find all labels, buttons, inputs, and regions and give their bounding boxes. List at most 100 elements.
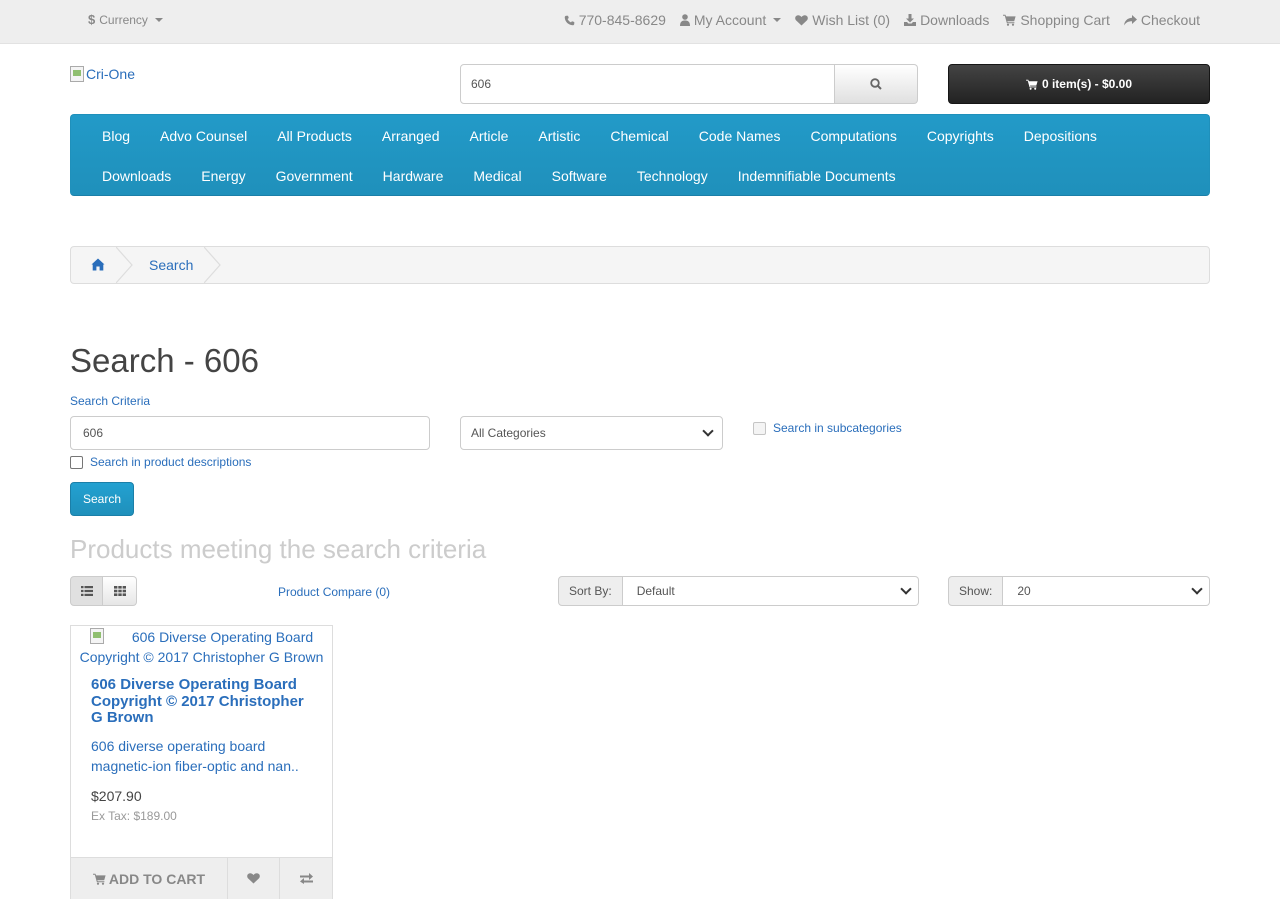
menu-item-hardware[interactable]: Hardware xyxy=(368,167,459,185)
sort-control: Sort By: Default xyxy=(558,576,919,606)
add-to-wishlist-button[interactable] xyxy=(228,858,280,899)
product-card: 606 Diverse Operating Board Copyright © … xyxy=(70,625,333,899)
list-view-button[interactable] xyxy=(70,576,103,606)
sort-select[interactable]: Default xyxy=(622,576,919,606)
phone-number: 770-845-8629 xyxy=(578,12,666,28)
product-image[interactable]: 606 Diverse Operating Board Copyright © … xyxy=(71,626,332,668)
menu-item-technology[interactable]: Technology xyxy=(622,167,723,185)
search-criteria-label: Search Criteria xyxy=(70,394,151,408)
descriptions-label: Search in product descriptions xyxy=(90,455,252,469)
downloads-label: Downloads xyxy=(920,12,990,28)
menu-item-blog[interactable]: Blog xyxy=(87,127,145,145)
results-heading: Products meeting the search criteria xyxy=(70,534,487,564)
menu-item-energy[interactable]: Energy xyxy=(186,167,260,185)
broken-image-icon xyxy=(89,628,104,644)
search-button[interactable]: Search xyxy=(70,482,134,516)
wish-list-label: Wish List (0) xyxy=(812,12,891,28)
caret-down-icon xyxy=(773,18,782,22)
breadcrumb-home[interactable] xyxy=(91,258,105,271)
breadcrumb-search[interactable]: Search xyxy=(149,257,193,273)
add-to-cart-button[interactable]: ADD TO CART xyxy=(70,858,228,899)
shopping-cart-link[interactable]: Shopping Cart xyxy=(1003,12,1110,28)
menu-item-indemnifiable-documents[interactable]: Indemnifiable Documents xyxy=(723,167,911,185)
menu-item-downloads[interactable]: Downloads xyxy=(87,167,186,185)
chevron-down-icon xyxy=(900,583,912,595)
add-to-cart-label: ADD TO CART xyxy=(108,870,206,887)
breadcrumb-separator xyxy=(116,247,133,283)
subcategories-checkbox[interactable] xyxy=(753,421,766,435)
menu-row-2: Downloads Energy Government Hardware Med… xyxy=(87,167,911,185)
category-select-value: All Categories xyxy=(471,426,546,440)
compare-icon xyxy=(299,873,313,884)
header-search xyxy=(460,64,918,104)
search-icon xyxy=(870,78,882,90)
heart-icon xyxy=(795,14,809,25)
chevron-down-icon xyxy=(702,425,714,437)
caret-down-icon xyxy=(154,17,163,22)
menu-item-computations[interactable]: Computations xyxy=(795,127,911,145)
cart-icon xyxy=(1026,79,1038,90)
phone-link[interactable]: 770-845-8629 xyxy=(564,12,666,28)
search-descriptions-option: Search in product descriptions xyxy=(70,455,251,469)
product-image-alt: 606 Diverse Operating Board Copyright © … xyxy=(79,629,324,665)
search-criteria-input[interactable] xyxy=(70,416,430,450)
checkout-label: Checkout xyxy=(1140,12,1200,28)
menu-item-chemical[interactable]: Chemical xyxy=(595,127,683,145)
show-select-value: 20 xyxy=(1017,584,1031,598)
view-toggle xyxy=(70,576,137,606)
menu-item-article[interactable]: Article xyxy=(455,127,524,145)
page-title: Search - 606 xyxy=(70,342,259,379)
product-price: $207.90 xyxy=(91,788,142,804)
menu-item-software[interactable]: Software xyxy=(537,167,622,185)
grid-view-button[interactable] xyxy=(103,576,137,606)
user-icon xyxy=(679,14,690,26)
logo-alt-text: Cri-One xyxy=(86,66,136,82)
product-compare-link[interactable]: Product Compare (0) xyxy=(278,585,390,599)
cart-icon xyxy=(1003,14,1016,26)
compare-button[interactable] xyxy=(280,858,333,899)
cart-icon xyxy=(92,873,106,885)
downloads-link[interactable]: Downloads xyxy=(904,12,989,28)
currency-symbol: $ xyxy=(88,12,96,27)
share-icon xyxy=(1123,14,1137,25)
sort-select-value: Default xyxy=(636,584,675,598)
product-description: 606 diverse operating board magnetic-ion… xyxy=(91,738,299,774)
my-account-dropdown[interactable]: My Account xyxy=(679,12,782,28)
menu-item-medical[interactable]: Medical xyxy=(458,167,536,185)
header-search-button[interactable] xyxy=(835,64,918,104)
menu-item-code-names[interactable]: Code Names xyxy=(684,127,796,145)
category-select[interactable]: All Categories xyxy=(460,416,723,450)
breadcrumb: Search xyxy=(70,246,1210,284)
list-icon xyxy=(80,586,93,596)
header-search-input[interactable] xyxy=(460,64,835,104)
top-links: 770-845-8629 My Account Wish List (0) Do… xyxy=(564,12,1200,28)
menu-item-copyrights[interactable]: Copyrights xyxy=(912,127,1009,145)
menu-item-depositions[interactable]: Depositions xyxy=(1009,127,1112,145)
menu-item-advo-counsel[interactable]: Advo Counsel xyxy=(145,127,262,145)
top-bar: $ Currency 770-845-8629 My Account Wish … xyxy=(0,0,1280,44)
menu-item-artistic[interactable]: Artistic xyxy=(523,127,595,145)
cart-button-label: 0 item(s) - $0.00 xyxy=(1041,77,1133,91)
broken-image-icon xyxy=(70,66,84,82)
my-account-label: My Account xyxy=(693,12,767,28)
menu-item-government[interactable]: Government xyxy=(261,167,368,185)
menu-item-arranged[interactable]: Arranged xyxy=(367,127,455,145)
sort-label: Sort By: xyxy=(558,576,623,606)
show-select[interactable]: 20 xyxy=(1003,576,1211,606)
main-menu: Blog Advo Counsel All Products Arranged … xyxy=(70,114,1210,196)
cart-button[interactable]: 0 item(s) - $0.00 xyxy=(948,64,1210,104)
grid-icon xyxy=(113,586,126,596)
breadcrumb-separator xyxy=(204,247,221,283)
wish-list-link[interactable]: Wish List (0) xyxy=(795,12,890,28)
product-name[interactable]: 606 Diverse Operating Board Copyright © … xyxy=(91,676,316,727)
shopping-cart-label: Shopping Cart xyxy=(1020,12,1110,28)
checkout-link[interactable]: Checkout xyxy=(1123,12,1200,28)
descriptions-checkbox[interactable] xyxy=(70,455,83,469)
chevron-down-icon xyxy=(1191,583,1204,595)
menu-row-1: Blog Advo Counsel All Products Arranged … xyxy=(87,127,1112,145)
logo[interactable]: Cri-One xyxy=(70,66,135,82)
download-icon xyxy=(904,14,917,26)
home-icon xyxy=(91,258,105,271)
currency-dropdown[interactable]: $ Currency xyxy=(88,12,163,27)
menu-item-all-products[interactable]: All Products xyxy=(262,127,367,145)
